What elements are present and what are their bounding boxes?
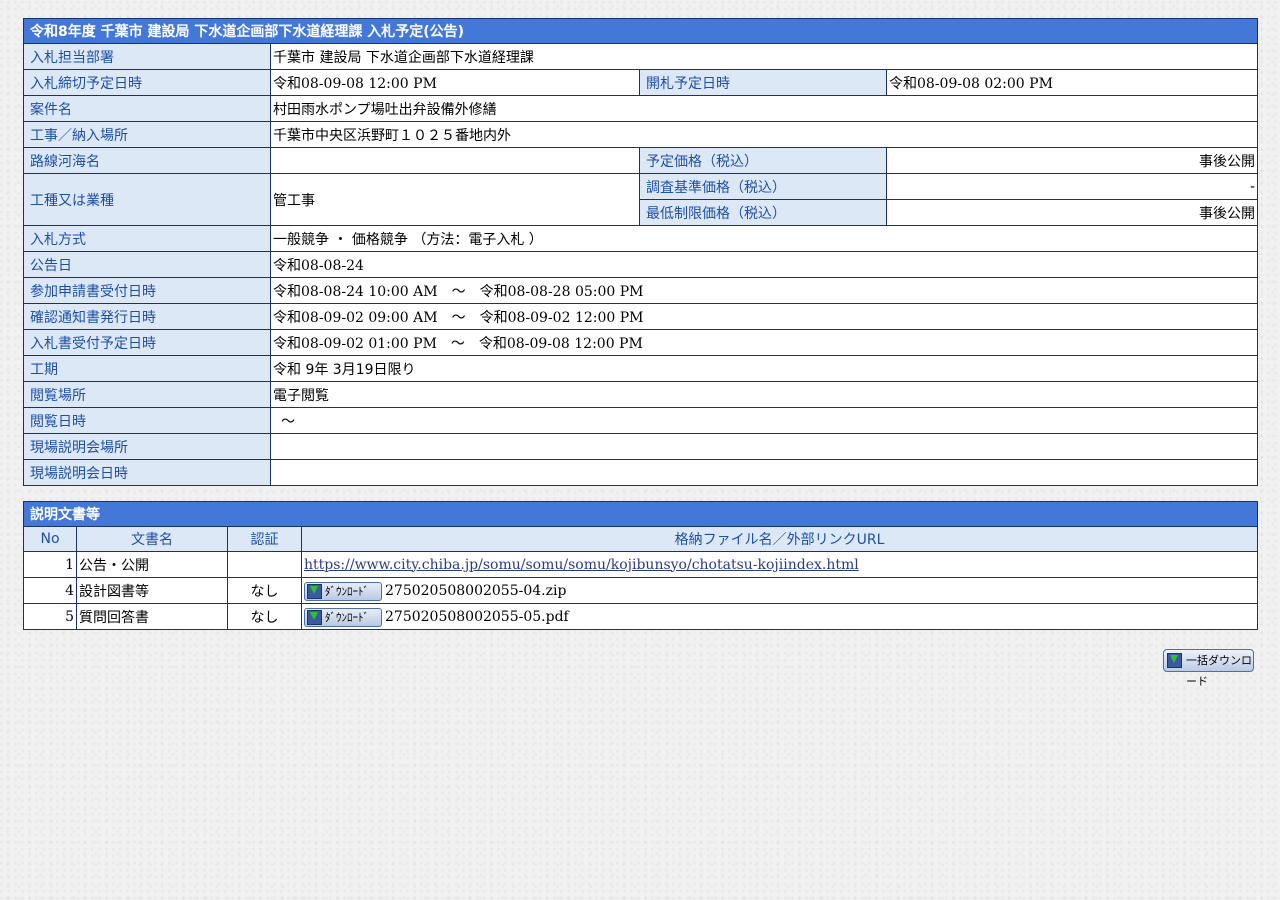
type-label: 工種又は業種 <box>23 173 271 226</box>
view-place-value: 電子閲覧 <box>269 381 1259 408</box>
min-price-value: 事後公開 <box>885 199 1259 226</box>
project-label: 案件名 <box>23 95 271 122</box>
info-title: 令和8年度 千葉市 建設局 下水道企画部下水道経理課 入札予定(公告) <box>22 18 1259 44</box>
route-label: 路線河海名 <box>23 147 271 174</box>
col-auth: 認証 <box>227 526 302 552</box>
doc-name: 公告・公開 <box>76 551 228 578</box>
documents-table: 説明文書等 No 文書名 認証 格納ファイル名／外部リンクURL 1 公告・公開… <box>23 501 1258 630</box>
download-icon <box>307 609 322 625</box>
bid-accept-label: 入札書受付予定日時 <box>23 329 271 356</box>
doc-auth <box>227 551 302 578</box>
table-row: 5 質問回答書 なし ﾀﾞｳﾝﾛｰﾄﾞ 275020508002055-05.pd… <box>23 603 1258 630</box>
project-value: 村田雨水ポンプ場吐出弁設備外修繕 <box>269 95 1259 122</box>
min-price-label: 最低制限価格（税込） <box>639 199 887 226</box>
survey-price-label: 調査基準価格（税込） <box>639 173 887 200</box>
notice-label: 公告日 <box>23 251 271 278</box>
download-icon <box>1167 653 1182 668</box>
location-value: 千葉市中央区浜野町１０２５番地内外 <box>269 121 1259 148</box>
download-button[interactable]: ﾀﾞｳﾝﾛｰﾄﾞ <box>304 607 382 627</box>
opening-label: 開札予定日時 <box>639 69 887 96</box>
apply-label: 参加申請書受付日時 <box>23 277 271 304</box>
dept-value: 千葉市 建設局 下水道企画部下水道経理課 <box>269 43 1259 70</box>
view-place-label: 閲覧場所 <box>23 381 271 408</box>
download-button[interactable]: ﾀﾞｳﾝﾛｰﾄﾞ <box>304 581 382 601</box>
notice-value: 令和08-08-24 <box>269 251 1259 278</box>
deadline-label: 入札締切予定日時 <box>23 69 271 96</box>
doc-name: 設計図書等 <box>76 577 228 604</box>
doc-file-name: 275020508002055-05.pdf <box>385 608 569 625</box>
confirm-value: 令和08-09-02 09:00 AM ～ 令和08-09-02 12:00 P… <box>269 303 1259 330</box>
doc-auth: なし <box>227 603 302 630</box>
period-value: 令和 9年 3月19日限り <box>269 355 1259 382</box>
site-place-label: 現場説明会場所 <box>23 433 271 460</box>
opening-value: 令和08-09-08 02:00 PM <box>885 69 1259 96</box>
bulk-download-button[interactable]: 一括ダウンロード <box>1163 649 1254 688</box>
download-icon <box>307 583 322 599</box>
download-label: ﾀﾞｳﾝﾛｰﾄﾞ <box>325 610 369 624</box>
method-label: 入札方式 <box>23 225 271 252</box>
doc-no: 5 <box>23 603 77 630</box>
col-no: No <box>23 526 77 552</box>
doc-name: 質問回答書 <box>76 603 228 630</box>
type-value: 管工事 <box>270 173 640 226</box>
confirm-label: 確認通知書発行日時 <box>23 303 271 330</box>
doc-no: 1 <box>23 551 77 578</box>
est-price-label: 予定価格（税込） <box>639 147 887 174</box>
view-time-label: 閲覧日時 <box>23 407 271 434</box>
route-value <box>270 147 640 174</box>
table-row: 1 公告・公開 https://www.city.chiba.jp/somu/s… <box>23 551 1258 578</box>
site-time-label: 現場説明会日時 <box>23 459 271 486</box>
col-file: 格納ファイル名／外部リンクURL <box>301 526 1258 552</box>
bid-accept-value: 令和08-09-02 01:00 PM ～ 令和08-09-08 12:00 P… <box>269 329 1259 356</box>
survey-price-value: - <box>885 173 1259 200</box>
bid-info-table: 令和8年度 千葉市 建設局 下水道企画部下水道経理課 入札予定(公告) 入札担当… <box>22 18 1259 486</box>
apply-value: 令和08-08-24 10:00 AM ～ 令和08-08-28 05:00 P… <box>269 277 1259 304</box>
documents-title: 説明文書等 <box>23 501 1258 527</box>
doc-auth: なし <box>227 577 302 604</box>
view-time-value: ～ <box>269 407 1259 434</box>
location-label: 工事／納入場所 <box>23 121 271 148</box>
bulk-download-label: 一括ダウンロード <box>1186 654 1252 688</box>
doc-no: 4 <box>23 577 77 604</box>
download-label: ﾀﾞｳﾝﾛｰﾄﾞ <box>325 584 369 598</box>
doc-external-link[interactable]: https://www.city.chiba.jp/somu/somu/somu… <box>304 557 859 573</box>
col-doc-name: 文書名 <box>76 526 228 552</box>
dept-label: 入札担当部署 <box>23 43 271 70</box>
doc-file-name: 275020508002055-04.zip <box>385 582 567 599</box>
method-value: 一般競争 ・ 価格競争 （方法：電子入札 ） <box>269 225 1259 252</box>
table-row: 4 設計図書等 なし ﾀﾞｳﾝﾛｰﾄﾞ 275020508002055-04.zi… <box>23 577 1258 604</box>
site-time-value <box>269 459 1259 486</box>
period-label: 工期 <box>23 355 271 382</box>
est-price-value: 事後公開 <box>885 147 1259 174</box>
site-place-value <box>269 433 1259 460</box>
deadline-value: 令和08-09-08 12:00 PM <box>270 69 640 96</box>
